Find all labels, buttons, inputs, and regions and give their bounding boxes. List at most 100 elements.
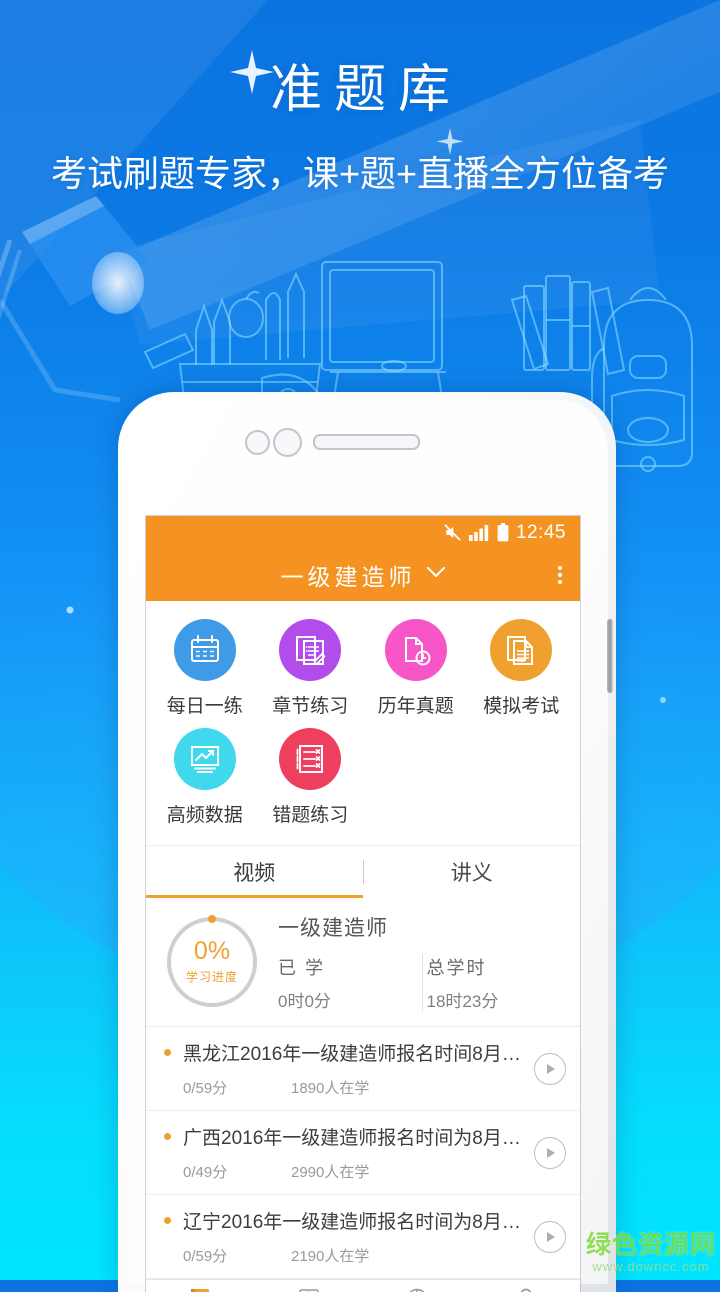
grid-item-mock-exam[interactable]: 模拟考试 xyxy=(469,619,575,718)
grid-item-label: 章节练习 xyxy=(272,691,348,718)
chevron-down-icon[interactable] xyxy=(426,566,446,584)
person-icon xyxy=(513,1286,539,1292)
play-circle-icon[interactable] xyxy=(534,1137,566,1169)
progress-caption: 学习进度 xyxy=(186,968,238,985)
documents-edit-icon-circle xyxy=(279,619,341,681)
stat-value: 18时23分 xyxy=(427,987,567,1012)
table-row[interactable]: 广西2016年一级建造师报名时间为8月… 0/49分 2990人在学 xyxy=(146,1111,580,1195)
documents-lines-icon xyxy=(504,633,538,667)
tab-video[interactable]: 视频 xyxy=(146,846,363,898)
phone-sensor-icon xyxy=(245,430,270,455)
row-heading: 黑龙江2016年一级建造师报名时间8月… xyxy=(164,1039,524,1066)
nav-item-profile[interactable]: 我 xyxy=(472,1286,581,1292)
calendar-icon xyxy=(188,633,222,667)
chart-trend-icon xyxy=(188,742,222,776)
row-score: 0/59分 xyxy=(183,1245,291,1266)
phone-speaker-grille xyxy=(313,434,420,450)
battery-icon xyxy=(497,523,509,542)
live-video-icon xyxy=(296,1286,322,1292)
lesson-list: 黑龙江2016年一级建造师报名时间8月… 0/59分 1890人在学 广西201… xyxy=(146,1027,580,1279)
grid-spacer xyxy=(469,728,575,827)
row-score: 0/59分 xyxy=(183,1077,291,1098)
status-bar: 12:45 xyxy=(146,516,580,549)
checklist-wrong-icon-circle xyxy=(279,728,341,790)
row-heading: 广西2016年一级建造师报名时间为8月… xyxy=(164,1123,524,1150)
status-bar-clock: 12:45 xyxy=(516,522,566,544)
books-decor xyxy=(512,276,624,374)
grid-item-wrong-questions[interactable]: 错题练习 xyxy=(258,728,364,827)
grid-item-label: 历年真题 xyxy=(378,691,454,718)
row-content: 辽宁2016年一级建造师报名时间为8月… 0/59分 2190人在学 xyxy=(164,1207,524,1266)
grid-spacer xyxy=(363,728,469,827)
grid-item-label: 高频数据 xyxy=(167,800,243,827)
signal-icon xyxy=(469,524,490,541)
table-row[interactable]: 黑龙江2016年一级建造师报名时间8月… 0/59分 1890人在学 xyxy=(146,1027,580,1111)
checklist-wrong-icon xyxy=(293,742,327,776)
progress-ring: 0% 学习进度 xyxy=(167,917,257,1007)
chart-trend-icon-circle xyxy=(174,728,236,790)
row-score: 0/49分 xyxy=(183,1161,291,1182)
documents-edit-icon xyxy=(293,633,327,667)
row-learners: 2190人在学 xyxy=(291,1245,369,1266)
row-title: 辽宁2016年一级建造师报名时间为8月… xyxy=(183,1207,521,1234)
stat-total: 总学时 18时23分 xyxy=(427,954,567,1012)
row-title: 黑龙江2016年一级建造师报名时间8月… xyxy=(183,1039,521,1066)
content-tabs: 视频 讲义 xyxy=(146,845,580,898)
stat-studied: 已 学 0时0分 xyxy=(278,954,418,1012)
progress-panel[interactable]: 0% 学习进度 一级建造师 已 学 0时0分 总学时 18时23分 xyxy=(146,898,580,1027)
document-clock-icon xyxy=(399,633,433,667)
stat-value: 0时0分 xyxy=(278,987,418,1012)
bottom-navigation: 学习 直播 发现 我 xyxy=(146,1279,580,1292)
book-icon xyxy=(187,1286,213,1292)
document-clock-icon-circle xyxy=(385,619,447,681)
phone-power-button[interactable] xyxy=(607,619,613,693)
bullet-icon xyxy=(164,1133,171,1140)
tab-handout[interactable]: 讲义 xyxy=(364,846,581,898)
desk-lamp-icon xyxy=(0,196,150,400)
play-circle-icon[interactable] xyxy=(534,1221,566,1253)
calendar-icon-circle xyxy=(174,619,236,681)
course-stats: 已 学 0时0分 总学时 18时23分 xyxy=(278,954,566,1012)
grid-item-label: 错题练习 xyxy=(272,800,348,827)
course-title: 一级建造师 xyxy=(278,912,566,942)
page-subtitle: 考试刷题专家，课+题+直播全方位备考 xyxy=(0,145,720,197)
documents-lines-icon-circle xyxy=(490,619,552,681)
grid-item-daily-practice[interactable]: 每日一练 xyxy=(152,619,258,718)
row-learners: 1890人在学 xyxy=(291,1077,369,1098)
feature-grid: 每日一练 章节练习 xyxy=(146,601,580,845)
overflow-menu-icon[interactable] xyxy=(558,566,562,584)
watermark-url: www.downcc.com xyxy=(586,1259,716,1274)
header-title[interactable]: 一级建造师 xyxy=(281,558,416,592)
row-content: 广西2016年一级建造师报名时间为8月… 0/49分 2990人在学 xyxy=(164,1123,524,1182)
progress-ring-wrap: 0% 学习进度 xyxy=(146,917,278,1007)
grid-item-frequency-data[interactable]: 高频数据 xyxy=(152,728,258,827)
row-heading: 辽宁2016年一级建造师报名时间为8月… xyxy=(164,1207,524,1234)
grid-item-label: 模拟考试 xyxy=(483,691,559,718)
grid-item-chapter-practice[interactable]: 章节练习 xyxy=(258,619,364,718)
mute-icon xyxy=(443,523,462,542)
row-meta: 0/49分 2990人在学 xyxy=(164,1161,524,1182)
progress-percent: 0% xyxy=(194,939,230,964)
bullet-icon xyxy=(164,1217,171,1224)
phone-screen: 12:45 一级建造师 每日一练 xyxy=(146,516,580,1292)
nav-item-discover[interactable]: 发现 xyxy=(363,1286,472,1292)
hero-banner: 准题库 考试刷题专家，课+题+直播全方位备考 xyxy=(0,58,720,197)
site-watermark: 绿色资源网 www.downcc.com xyxy=(586,1225,716,1274)
page-title: 准题库 xyxy=(0,58,720,123)
stat-label: 已 学 xyxy=(278,954,418,980)
row-learners: 2990人在学 xyxy=(291,1161,369,1182)
grid-item-past-papers[interactable]: 历年真题 xyxy=(363,619,469,718)
course-summary: 一级建造师 已 学 0时0分 总学时 18时23分 xyxy=(278,912,580,1012)
watermark-title: 绿色资源网 xyxy=(586,1225,716,1261)
row-meta: 0/59分 2190人在学 xyxy=(164,1245,524,1266)
phone-camera-icon xyxy=(273,428,302,457)
table-row[interactable]: 辽宁2016年一级建造师报名时间为8月… 0/59分 2190人在学 xyxy=(146,1195,580,1279)
row-content: 黑龙江2016年一级建造师报名时间8月… 0/59分 1890人在学 xyxy=(164,1039,524,1098)
grid-item-label: 每日一练 xyxy=(167,691,243,718)
nav-item-study[interactable]: 学习 xyxy=(146,1286,255,1292)
nav-item-live[interactable]: 直播 xyxy=(255,1286,364,1292)
progress-marker-dot xyxy=(208,915,216,923)
app-header: 一级建造师 xyxy=(146,549,580,601)
play-circle-icon[interactable] xyxy=(534,1053,566,1085)
row-meta: 0/59分 1890人在学 xyxy=(164,1077,524,1098)
